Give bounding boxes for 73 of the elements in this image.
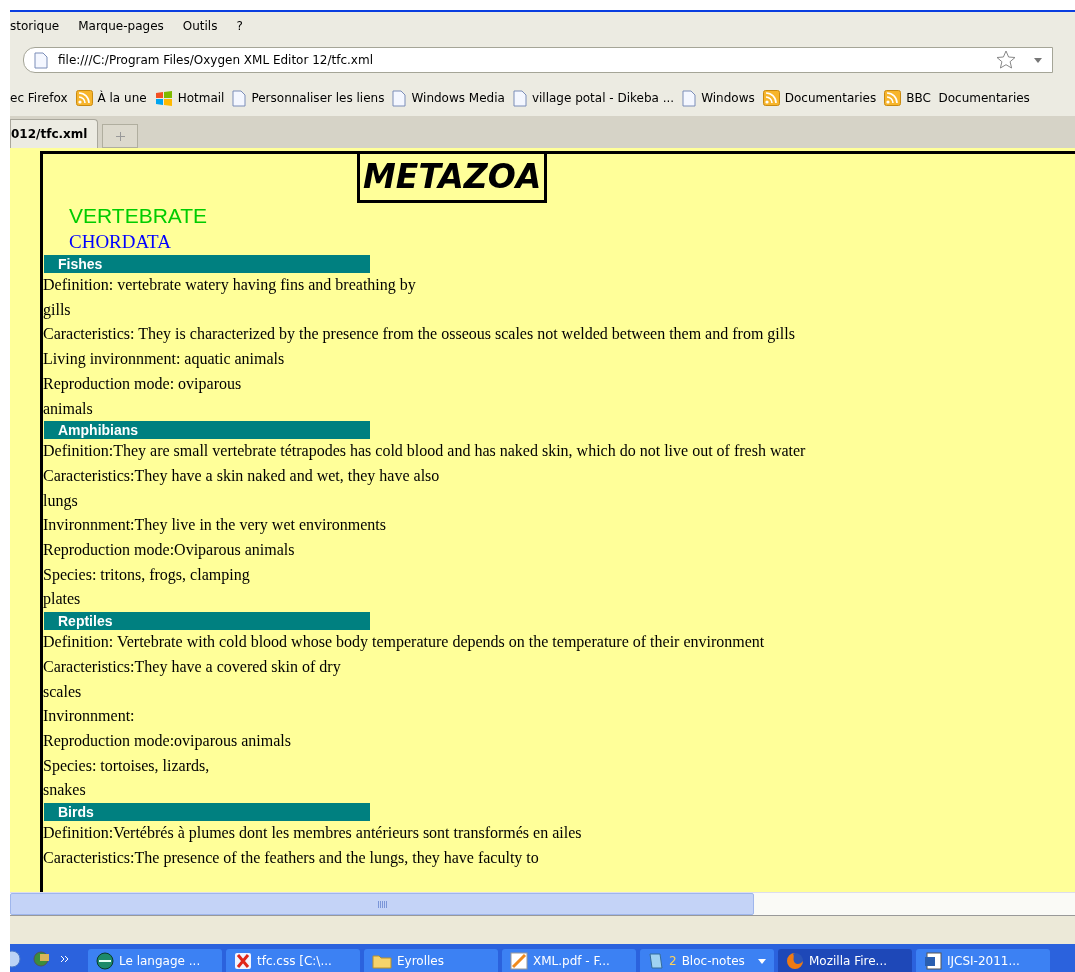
address-field[interactable]: file:///C:/Program Files/Oxygen XML Editor 12/tfc.xml	[23, 47, 1053, 73]
feed-icon	[884, 90, 902, 106]
document-icon	[924, 952, 942, 970]
text-line: Definition:They are small vertebrate tétrapodes has cold blood and has naked skin, which do not live out of fresh water	[43, 441, 807, 462]
taskbar-button[interactable]: XML.pdf - F...	[502, 949, 636, 972]
bookmark-link[interactable]: Windows Media	[411, 91, 505, 105]
text-line: Species: tortoises, lizards,	[43, 755, 211, 777]
menu-item[interactable]: ?	[236, 19, 243, 33]
dropdown-icon	[758, 958, 766, 964]
feed-icon	[762, 90, 780, 106]
text-line: Reproduction mode: oviparous	[43, 373, 243, 395]
menu-item[interactable]: Outils	[182, 19, 218, 33]
section-heading: Reptiles	[44, 612, 370, 631]
page-icon	[682, 89, 697, 107]
taskbar-button[interactable]: Eyrolles	[364, 949, 498, 972]
text-line: Caracteristics:They have a skin naked and wet, they have also	[43, 465, 441, 487]
notepad-icon	[648, 952, 664, 970]
section-heading: Birds	[44, 803, 370, 822]
text-line: Caracteristics: They is characterized by the presence from the osseous scales not welded between them and from gills	[43, 324, 796, 345]
feed-icon	[75, 90, 93, 106]
taskbar-button[interactable]: Mozilla Fire...	[778, 949, 912, 972]
text-line: Definition: Vertebrate with cold blood whose body temperature depends on the temperature of their environment	[43, 632, 766, 653]
folder-icon	[372, 953, 392, 969]
bookmark-link[interactable]: Hotmail	[177, 91, 225, 105]
dropdown-icon[interactable]	[1034, 57, 1042, 63]
text-line: gills	[43, 299, 72, 321]
bookmark-link[interactable]: À la une	[97, 91, 147, 105]
page-icon	[34, 51, 48, 69]
text-line: lungs	[43, 490, 79, 512]
page-icon	[392, 89, 407, 107]
cross-icon	[234, 952, 252, 970]
text-line: animals	[43, 398, 94, 419]
star-icon[interactable]	[996, 50, 1016, 70]
taskbar-button[interactable]: 2 Bloc-notes	[640, 949, 774, 972]
text-line: Caracteristics:The presence of the feathers and the lungs, they have faculty to	[43, 847, 540, 869]
bookmark-link[interactable]: Documentaries	[784, 91, 877, 105]
grip-icon	[377, 900, 387, 908]
text-line: Definition:Vertébrés à plumes dont les membres antérieurs sont transformés en ailes	[43, 823, 583, 844]
text-line: Invironnment:	[43, 706, 136, 727]
menu-item[interactable]: Marque-pages	[78, 19, 164, 33]
text-line: Species: tritons, frogs, clamping	[43, 564, 251, 586]
taskbar-button[interactable]: tfc.css [C:\...	[226, 949, 360, 972]
chevron-icon[interactable]	[60, 954, 70, 963]
text-line: Reproduction mode:Oviparous animals	[43, 540, 296, 561]
windows-flag-icon	[154, 90, 173, 106]
document-title: METAZOA	[357, 154, 548, 203]
page-icon	[512, 89, 527, 107]
taxon-heading: CHORDATA	[69, 230, 172, 254]
text-line: Living invironnment: aquatic animals	[43, 349, 286, 370]
plus-icon	[115, 131, 125, 141]
text-line: scales	[43, 681, 83, 702]
taskbar-button[interactable]: Le langage ...	[88, 949, 222, 972]
text-line: Reproduction mode:oviparous animals	[43, 730, 292, 752]
document-icon	[510, 952, 528, 970]
bookmark-link[interactable]: Personnaliser les liens	[251, 91, 385, 105]
browser-tab[interactable]: 012/tfc.xml	[10, 119, 99, 148]
scrollbar-thumb[interactable]	[10, 893, 754, 915]
bookmark-link[interactable]: ec Firefox	[10, 91, 68, 105]
taskbar-button[interactable]: IJCSI-2011...	[916, 949, 1050, 972]
bookmark-link[interactable]: Windows	[701, 91, 755, 105]
text-line: Definition: vertebrate watery having fins and breathing by	[43, 275, 417, 296]
text-line: Caracteristics:They have a covered skin of dry	[43, 656, 342, 678]
bookmark-link[interactable]: village potal - Dikeba ...	[531, 91, 675, 105]
section-heading: Amphibians	[44, 421, 370, 440]
bookmark-link[interactable]: BBC Documentaries	[906, 91, 1030, 105]
page-icon	[232, 89, 247, 107]
taxon-heading: VERTEBRATE	[69, 203, 209, 229]
text-line: snakes	[43, 780, 87, 801]
text-line: plates	[43, 589, 82, 610]
section-heading: Fishes	[44, 255, 370, 273]
menu-item[interactable]: storique	[10, 19, 60, 33]
browser-icon	[786, 952, 804, 970]
text-line: Invironnment:They live in the very wet environments	[43, 515, 388, 536]
